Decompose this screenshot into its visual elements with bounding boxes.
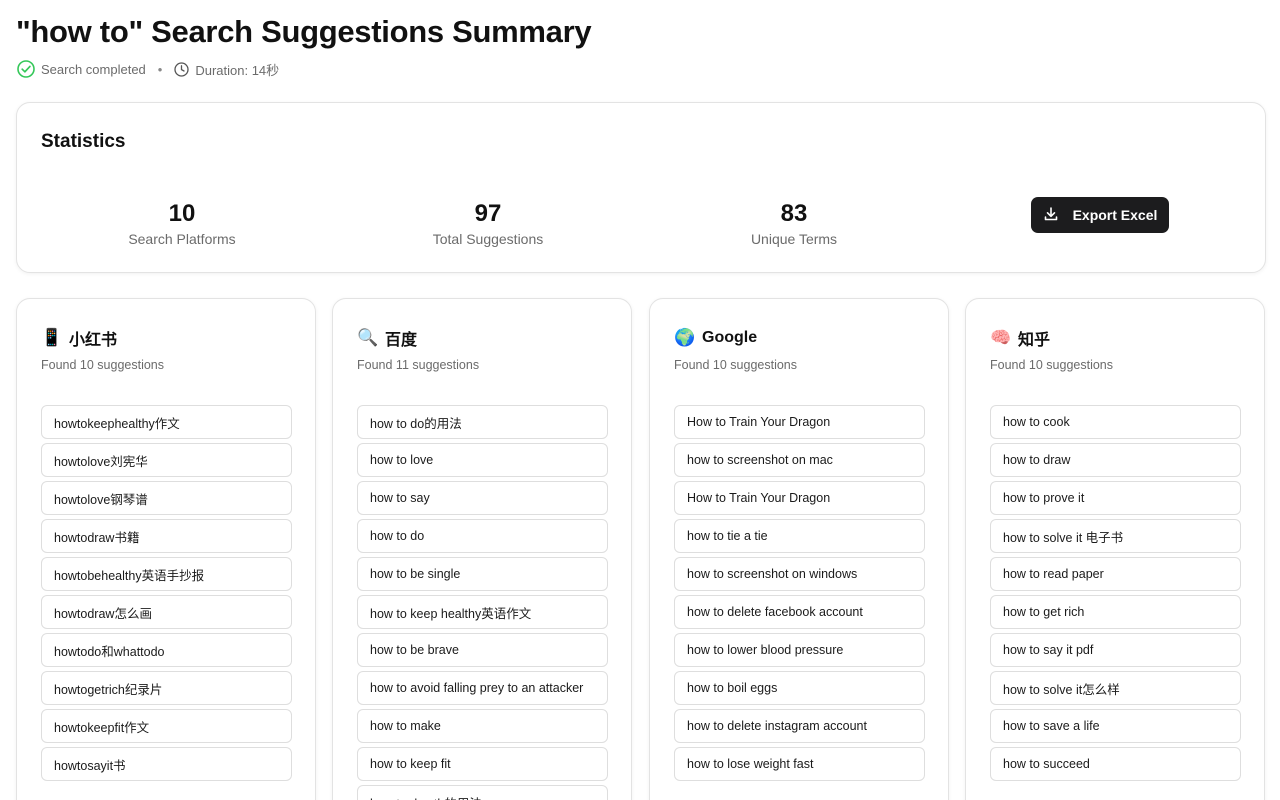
suggestion-item[interactable]: how to say it pdf xyxy=(990,633,1241,667)
suggestion-item[interactable]: howtogetrich纪录片 xyxy=(41,671,292,705)
platform-header: 🔍 百度 xyxy=(357,326,417,350)
platform-count: Found 10 suggestions xyxy=(990,358,1114,372)
platform-name: 小红书 xyxy=(69,332,118,349)
statistics-title: Statistics xyxy=(41,131,126,152)
suggestion-list: howtokeephealthy作文 howtolove刘宪华 howtolove钢… xyxy=(41,405,292,785)
page: "how to" Search Suggestions Summary Sear… xyxy=(0,0,1280,800)
suggestion-item[interactable]: how to love xyxy=(357,443,608,477)
stat-total-suggestions: 97 Total Suggestions xyxy=(378,200,598,247)
stat-value: 97 xyxy=(474,200,502,227)
platform-header: 🧠 知乎 xyxy=(990,326,1050,350)
platform-name: 百度 xyxy=(385,332,418,349)
suggestion-item[interactable]: how to tie a tie xyxy=(674,519,925,553)
globe-icon: 🌍 xyxy=(674,328,696,347)
download-icon xyxy=(1043,206,1059,225)
suggestion-item[interactable]: how to draw xyxy=(990,443,1241,477)
phone-icon: 📱 xyxy=(41,328,63,347)
suggestion-item[interactable]: how to get rich xyxy=(990,595,1241,629)
status-separator: • xyxy=(157,61,163,77)
suggestion-item[interactable]: how to do sth的用法 xyxy=(357,785,608,800)
suggestion-item[interactable]: howtokeepfit作文 xyxy=(41,709,292,743)
status-text: Search completed xyxy=(41,61,146,77)
suggestion-item[interactable]: how to keep fit xyxy=(357,747,608,781)
platform-card-xiaohongshu: 📱 小红书 Found 10 suggestions howtokeepheal… xyxy=(16,298,316,800)
page-title: "how to" Search Suggestions Summary xyxy=(16,14,592,49)
platform-card-baidu: 🔍 百度 Found 11 suggestions how to do的用法 ho… xyxy=(332,298,632,800)
platform-count: Found 11 suggestions xyxy=(357,358,480,372)
suggestion-item[interactable]: howtodraw怎么画 xyxy=(41,595,292,629)
suggestion-item[interactable]: how to make xyxy=(357,709,608,743)
check-circle-icon xyxy=(17,60,35,78)
suggestion-item[interactable]: how to cook xyxy=(990,405,1241,439)
suggestion-item[interactable]: how to lower blood pressure xyxy=(674,633,925,667)
clock-icon xyxy=(174,61,189,77)
export-excel-button[interactable]: Export Excel xyxy=(1031,197,1169,233)
stat-label: Unique Terms xyxy=(750,231,838,247)
suggestion-item[interactable]: how to screenshot on mac xyxy=(674,443,925,477)
stat-label: Total Suggestions xyxy=(432,231,544,247)
suggestion-item[interactable]: how to avoid falling prey to an attacker xyxy=(357,671,608,705)
suggestion-item[interactable]: how to delete facebook account xyxy=(674,595,925,629)
stat-label: Search Platforms xyxy=(128,231,236,247)
stat-value: 83 xyxy=(780,200,808,227)
suggestion-item[interactable]: how to do xyxy=(357,519,608,553)
suggestion-item[interactable]: How to Train Your Dragon xyxy=(674,481,925,515)
suggestion-item[interactable]: how to screenshot on windows xyxy=(674,557,925,591)
brain-icon: 🧠 xyxy=(990,328,1012,347)
suggestion-item[interactable]: how to do的用法 xyxy=(357,405,608,439)
suggestion-item[interactable]: how to read paper xyxy=(990,557,1241,591)
platform-header: 📱 小红书 xyxy=(41,326,117,350)
suggestion-item[interactable]: how to succeed xyxy=(990,747,1241,781)
magnifier-icon: 🔍 xyxy=(357,328,379,347)
suggestion-item[interactable]: how to be single xyxy=(357,557,608,591)
status-row: Search completed • Duration: 14秒 xyxy=(17,59,279,79)
platform-count: Found 10 suggestions xyxy=(674,358,798,372)
platform-count: Found 10 suggestions xyxy=(41,358,165,372)
suggestion-item[interactable]: how to save a life xyxy=(990,709,1241,743)
suggestion-item[interactable]: how to lose weight fast xyxy=(674,747,925,781)
suggestion-item[interactable]: how to boil eggs xyxy=(674,671,925,705)
suggestion-item[interactable]: howtobehealthy英语手抄报 xyxy=(41,557,292,591)
platform-card-zhihu: 🧠 知乎 Found 10 suggestions how to cook how… xyxy=(965,298,1265,800)
suggestion-item[interactable]: how to solve it怎么样 xyxy=(990,671,1241,705)
platform-name: Google xyxy=(702,329,758,346)
suggestion-item[interactable]: how to say xyxy=(357,481,608,515)
suggestion-item[interactable]: how to delete instagram account xyxy=(674,709,925,743)
statistics-card: Statistics 10 Search Platforms 97 Total … xyxy=(16,102,1266,273)
suggestion-list: how to cook how to draw how to prove it how… xyxy=(990,405,1241,785)
suggestion-item[interactable]: howtolove刘宪华 xyxy=(41,443,292,477)
suggestion-item[interactable]: howtokeephealthy作文 xyxy=(41,405,292,439)
suggestion-item[interactable]: how to prove it xyxy=(990,481,1241,515)
suggestion-item[interactable]: how to solve it 电子书 xyxy=(990,519,1241,553)
platform-header: 🌍 Google xyxy=(674,326,757,350)
suggestion-list: how to do的用法 how to love how to say how to … xyxy=(357,405,608,800)
platform-name: 知乎 xyxy=(1018,332,1051,349)
duration-text: Duration: 14秒 xyxy=(195,62,280,78)
suggestion-item[interactable]: howtodraw书籍 xyxy=(41,519,292,553)
suggestion-item[interactable]: how to be brave xyxy=(357,633,608,667)
platform-card-google: 🌍 Google Found 10 suggestions How to Tra… xyxy=(649,298,949,800)
suggestion-list: How to Train Your Dragon how to screensho… xyxy=(674,405,925,785)
suggestion-item[interactable]: howtolove钢琴谱 xyxy=(41,481,292,515)
stat-value: 10 xyxy=(168,200,196,227)
suggestion-item[interactable]: howtosayit书 xyxy=(41,747,292,781)
suggestion-item[interactable]: how to keep healthy英语作文 xyxy=(357,595,608,629)
stat-search-platforms: 10 Search Platforms xyxy=(72,200,292,247)
export-label: Export Excel xyxy=(1072,207,1158,223)
suggestion-item[interactable]: howtodo和whattodo xyxy=(41,633,292,667)
stat-unique-terms: 83 Unique Terms xyxy=(684,200,904,247)
suggestion-item[interactable]: How to Train Your Dragon xyxy=(674,405,925,439)
